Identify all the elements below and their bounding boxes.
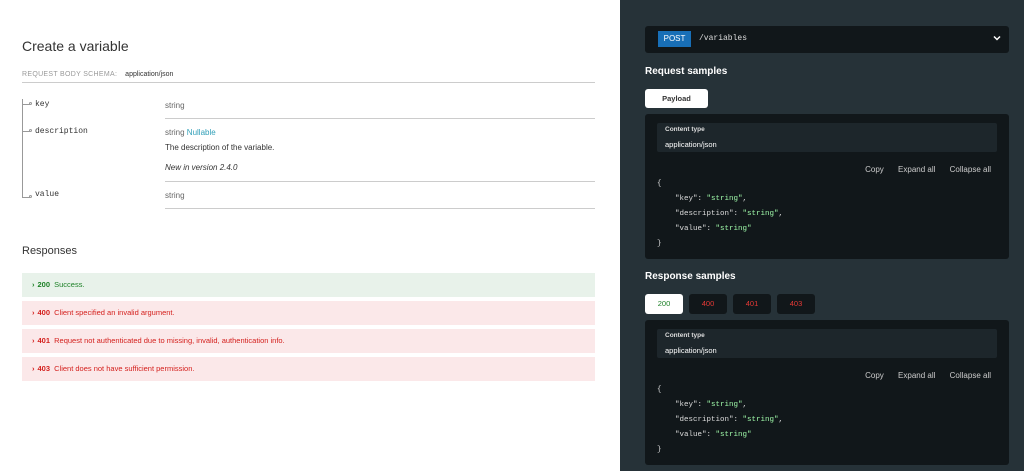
chevron-right-icon: ›: [32, 364, 35, 373]
schema-label: REQUEST BODY SCHEMA:: [22, 71, 118, 78]
content-type-value: application/json: [665, 140, 717, 149]
request-sample-box: Content type application/json Copy Expan…: [645, 114, 1009, 259]
property-type: string: [165, 101, 185, 110]
content-type-label: Content type: [665, 126, 705, 133]
schema-property-value: value string: [22, 189, 595, 209]
json-open-brace: {: [657, 386, 662, 394]
endpoint-path: /variables: [699, 34, 748, 43]
response-code: 400: [37, 308, 51, 317]
json-sample: { "key": "string", "description": "string"…: [657, 177, 783, 252]
response-sample-box: Content type application/json Copy Expan…: [645, 320, 1009, 465]
response-samples-title: Response samples: [645, 271, 736, 282]
response-text: Request not authenticated due to missing…: [54, 336, 285, 345]
page-title: Create a variable: [22, 38, 129, 54]
copy-button[interactable]: Copy: [865, 371, 884, 380]
json-line: "key": "string",: [675, 401, 748, 409]
endpoint-selector[interactable]: POST /variables: [645, 26, 1009, 53]
schema-property-description: description string Nullable The descript…: [22, 126, 595, 182]
json-line: "key": "string",: [675, 195, 748, 203]
content-type-label: Content type: [665, 332, 705, 339]
json-close-brace: }: [657, 446, 662, 454]
property-type: string: [165, 128, 185, 137]
response-code: 403: [37, 364, 51, 373]
property-type: string: [165, 191, 185, 200]
response-text: Client does not have sufficient permissi…: [54, 364, 195, 373]
content-type-box: Content type application/json: [657, 123, 997, 152]
response-text: Client specified an invalid argument.: [54, 308, 175, 317]
property-name: value: [35, 190, 60, 199]
operation-panel: Create a variable REQUEST BODY SCHEMA: a…: [0, 0, 620, 471]
tab-response-401[interactable]: 401: [733, 294, 771, 314]
content-type-value: application/json: [665, 346, 717, 355]
json-line: "description": "string",: [675, 416, 784, 424]
property-version-note: New in version 2.4.0: [165, 163, 238, 172]
response-code: 401: [37, 336, 51, 345]
chevron-right-icon: ›: [32, 308, 35, 317]
property-detail: string: [165, 101, 595, 119]
request-body-schema-header: REQUEST BODY SCHEMA: application/json: [22, 71, 595, 83]
nullable-badge: Nullable: [186, 128, 216, 137]
property-detail: string: [165, 191, 595, 209]
chevron-right-icon: ›: [32, 336, 35, 345]
response-403[interactable]: › 403 Client does not have sufficient per…: [22, 357, 595, 381]
schema-type: application/json: [125, 71, 174, 78]
json-line: "value": "string": [675, 431, 752, 439]
tab-payload[interactable]: Payload: [645, 89, 708, 108]
json-open-brace: {: [657, 180, 662, 188]
sample-actions: Copy Expand all Collapse all: [853, 371, 991, 380]
responses-title: Responses: [22, 245, 78, 257]
property-name: key: [35, 100, 50, 109]
property-detail: string Nullable The description of the v…: [165, 128, 595, 182]
property-name: description: [35, 127, 88, 136]
response-401[interactable]: › 401 Request not authenticated due to mi…: [22, 329, 595, 353]
collapse-all-button[interactable]: Collapse all: [950, 165, 991, 174]
response-200[interactable]: › 200 Success.: [22, 273, 595, 297]
json-line: "description": "string",: [675, 210, 784, 218]
sample-actions: Copy Expand all Collapse all: [853, 165, 991, 174]
json-line: "value": "string": [675, 225, 752, 233]
response-text: Success.: [54, 280, 85, 289]
tab-response-400[interactable]: 400: [689, 294, 727, 314]
content-type-box: Content type application/json: [657, 329, 997, 358]
tab-response-200[interactable]: 200: [645, 294, 683, 314]
json-close-brace: }: [657, 240, 662, 248]
collapse-all-button[interactable]: Collapse all: [950, 371, 991, 380]
expand-all-button[interactable]: Expand all: [898, 371, 935, 380]
response-code: 200: [37, 280, 51, 289]
schema-property-key: key string: [22, 99, 595, 119]
chevron-right-icon: ›: [32, 280, 35, 289]
request-samples-title: Request samples: [645, 66, 728, 77]
copy-button[interactable]: Copy: [865, 165, 884, 174]
chevron-down-icon[interactable]: [991, 32, 1003, 44]
json-sample: { "key": "string", "description": "string"…: [657, 383, 783, 458]
expand-all-button[interactable]: Expand all: [898, 165, 935, 174]
property-description: The description of the variable.: [165, 143, 275, 152]
response-400[interactable]: › 400 Client specified an invalid argumen…: [22, 301, 595, 325]
http-method-badge: POST: [658, 31, 691, 47]
tab-response-403[interactable]: 403: [777, 294, 815, 314]
